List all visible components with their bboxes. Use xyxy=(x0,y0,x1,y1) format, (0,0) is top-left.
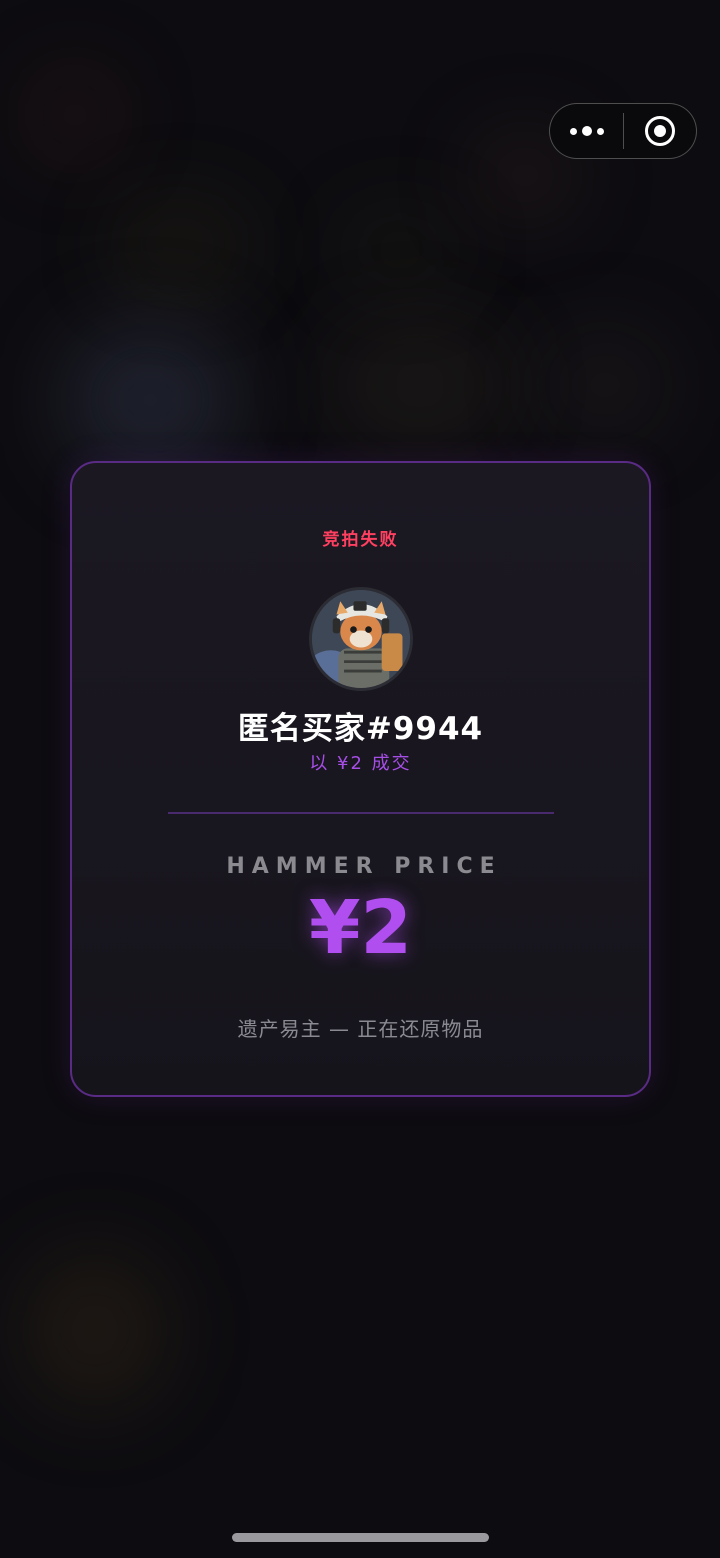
mini-program-capsule xyxy=(549,103,697,159)
blurred-background xyxy=(30,70,120,160)
target-close-icon[interactable] xyxy=(624,104,696,158)
divider xyxy=(168,812,554,814)
avatar xyxy=(309,587,413,691)
blurred-background xyxy=(540,330,670,440)
blurred-background xyxy=(330,320,510,450)
app-screen: 竞拍失败 匿名买家#9944 以 ¥2 成交 HAMMER PRICE ¥2 遗… xyxy=(0,0,720,1558)
blurred-background xyxy=(110,200,250,290)
home-indicator[interactable] xyxy=(232,1533,489,1542)
more-dots-icon[interactable] xyxy=(550,104,623,158)
deal-price-text: 以 ¥2 成交 xyxy=(309,753,412,774)
status-note: 遗产易主 — 正在还原物品 xyxy=(237,1017,484,1041)
hammer-price-label: HAMMER PRICE xyxy=(226,854,502,879)
buyer-name: 匿名买家#9944 xyxy=(237,711,484,747)
avatar-image xyxy=(312,590,410,688)
auction-result-card: 竞拍失败 匿名买家#9944 以 ¥2 成交 HAMMER PRICE ¥2 遗… xyxy=(70,461,651,1097)
blurred-background xyxy=(60,320,240,480)
auction-status: 竞拍失败 xyxy=(322,530,399,550)
hammer-price-value: ¥2 xyxy=(309,885,412,971)
blurred-background xyxy=(20,1250,170,1410)
blurred-background xyxy=(340,210,460,290)
